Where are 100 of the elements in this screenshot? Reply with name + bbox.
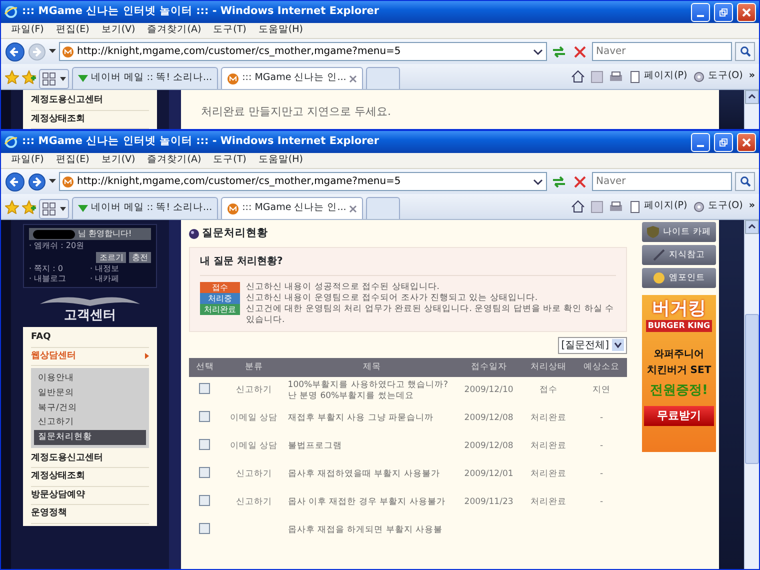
browser-tab[interactable]: 네이버 메일 :: 똑! 소리나...	[72, 67, 218, 89]
menu-item[interactable]: 편집(E)	[56, 23, 90, 38]
sidebar-item[interactable]: 계정도용신고센터	[31, 450, 149, 468]
minimize-button[interactable]	[691, 2, 710, 22]
back-button-icon[interactable]	[5, 42, 25, 62]
menu-item[interactable]: 편집(E)	[56, 153, 90, 168]
ad-text: 와퍼주니어	[654, 348, 704, 362]
restore-button[interactable]	[714, 2, 733, 22]
sidebar-item[interactable]: 운영정책	[31, 505, 149, 524]
table-cell: 접수	[539, 385, 558, 396]
close-button[interactable]	[737, 132, 756, 152]
menu-item[interactable]: 도움말(H)	[258, 153, 303, 168]
page-menu[interactable]: 페이지(P)	[629, 199, 688, 214]
search-field[interactable]: Naver	[592, 172, 732, 191]
close-button[interactable]	[737, 2, 756, 22]
sidebar-item[interactable]: 계정상태조회	[31, 468, 149, 487]
address-field[interactable]: http://knight,mgame,com/customer/cs_mother,mgame?menu=5	[59, 172, 547, 191]
quick-link-button[interactable]: 엠포인트	[642, 268, 716, 288]
star-icon[interactable]	[5, 70, 19, 84]
scroll-up-icon[interactable]	[745, 90, 759, 104]
quick-tabs-icon[interactable]	[38, 199, 69, 219]
add-favorite-icon[interactable]	[22, 200, 36, 214]
menu-item[interactable]: 파일(F)	[11, 153, 44, 168]
close-tab-icon[interactable]	[349, 74, 358, 82]
table-cell: 이메일 상담	[230, 413, 278, 424]
user-button[interactable]: 충전	[129, 252, 151, 263]
add-favorite-icon[interactable]	[22, 70, 36, 84]
tools-menu[interactable]: 도구(O)	[693, 69, 743, 84]
advertisement-banner[interactable]: 버거킹 BURGER KING 와퍼주니어 치킨버거 SET 전원증정! 무료받기	[642, 295, 716, 452]
browser-tab[interactable]: ::: MGame 신나는 인...	[221, 67, 364, 89]
checkbox[interactable]	[199, 523, 210, 534]
tools-menu[interactable]: 도구(O)	[693, 199, 743, 214]
restore-button[interactable]	[714, 132, 733, 152]
quick-link-button[interactable]: 지식참고	[642, 245, 716, 265]
forward-button-icon[interactable]	[28, 172, 46, 190]
window-title: ::: MGame 신나는 인터넷 놀이터 ::: - Windows Internet Explorer	[22, 134, 380, 150]
filter-dropdown[interactable]: [질문전체]	[558, 336, 627, 354]
submenu-item[interactable]: 일반문의	[34, 386, 146, 400]
menu-item[interactable]: 즐겨찾기(A)	[147, 153, 202, 168]
close-tab-icon[interactable]	[349, 204, 358, 212]
star-icon[interactable]	[5, 200, 19, 214]
submenu-item[interactable]: 질문처리현황	[34, 430, 146, 445]
question-title[interactable]: 몹사후 재접하였을때 부활지 사용불가	[288, 469, 456, 480]
submenu-item[interactable]: 복구/건의	[34, 400, 146, 416]
search-field[interactable]: Naver	[592, 42, 732, 61]
more-button[interactable]: »	[748, 199, 755, 214]
menu-item[interactable]: 도구(T)	[213, 23, 246, 38]
home-icon[interactable]	[571, 70, 586, 83]
question-title[interactable]: 불법프로그램	[288, 441, 456, 452]
menu-item[interactable]: 보기(V)	[101, 153, 136, 168]
user-link[interactable]: · 내블로그	[29, 274, 90, 284]
sidebar-item[interactable]: 계정상태조회	[31, 110, 149, 129]
home-icon[interactable]	[571, 200, 586, 213]
menu-item[interactable]: 즐겨찾기(A)	[147, 23, 202, 38]
checkbox[interactable]	[199, 467, 210, 478]
more-button[interactable]: »	[748, 69, 755, 84]
menu-item[interactable]: 보기(V)	[101, 23, 136, 38]
checkbox[interactable]	[199, 439, 210, 450]
sidebar-item[interactable]: 계정도용신고센터	[31, 92, 149, 110]
caret-icon[interactable]	[49, 49, 56, 54]
ad-button[interactable]: 무료받기	[644, 406, 714, 426]
question-title[interactable]: 몹사후 재접을 하게되면 부활지 사용불	[288, 525, 456, 536]
scrollbar-thumb[interactable]	[745, 314, 759, 464]
checkbox[interactable]	[199, 411, 210, 422]
submenu-item[interactable]: 이용안내	[34, 371, 146, 386]
printer-icon[interactable]	[609, 70, 624, 82]
minimize-button[interactable]	[691, 132, 710, 152]
column-header: 예상소요	[576, 358, 627, 377]
browser-logo-icon	[4, 135, 18, 149]
sidebar-item[interactable]: FAQ	[31, 329, 149, 348]
caret-icon[interactable]	[49, 179, 56, 184]
page-menu[interactable]: 페이지(P)	[629, 69, 688, 84]
user-link[interactable]: · 내카페	[90, 274, 151, 284]
submenu-item[interactable]: 신고하기	[34, 415, 146, 430]
browser-tab[interactable]: ::: MGame 신나는 인...	[221, 197, 364, 219]
site-logo-icon	[227, 202, 240, 214]
user-button[interactable]: 조르기	[96, 252, 126, 263]
user-link[interactable]: · 쪽지 : 0	[29, 264, 90, 274]
printer-icon[interactable]	[609, 200, 624, 212]
sidebar-item[interactable]: 방문상담예약	[31, 486, 149, 506]
address-field[interactable]: http://knight,mgame,com/customer/cs_mother,mgame?menu=5	[59, 42, 547, 61]
question-title[interactable]: 100%부활지를 사용하였다고 했습니까? 난 분명 60%부활지를 썼는데요	[288, 380, 456, 402]
checkbox[interactable]	[199, 383, 210, 394]
browser-tab[interactable]: 네이버 메일 :: 똑! 소리나...	[72, 197, 218, 219]
quick-tabs-icon[interactable]	[38, 69, 69, 89]
table-cell: -	[600, 441, 604, 452]
menu-item[interactable]: 파일(F)	[11, 23, 44, 38]
table-cell: -	[600, 497, 604, 508]
menu-item[interactable]: 도구(T)	[213, 153, 246, 168]
sidebar-item[interactable]: 웹상담센터	[31, 348, 149, 366]
question-title[interactable]: 몹사 이후 재접한 경우 부활지 사용불가	[288, 497, 456, 508]
user-link[interactable]: · 내정보	[90, 264, 151, 274]
checkbox[interactable]	[199, 495, 210, 506]
back-button-icon[interactable]	[5, 172, 25, 192]
quick-link-button[interactable]: 나이트 카페	[642, 222, 716, 242]
search-button[interactable]	[735, 42, 755, 61]
scroll-up-icon[interactable]	[745, 220, 759, 234]
menu-item[interactable]: 도움말(H)	[258, 23, 303, 38]
question-title[interactable]: 재접후 부활지 사용 그냥 파묻습니까	[288, 413, 456, 424]
search-button[interactable]	[735, 172, 755, 191]
